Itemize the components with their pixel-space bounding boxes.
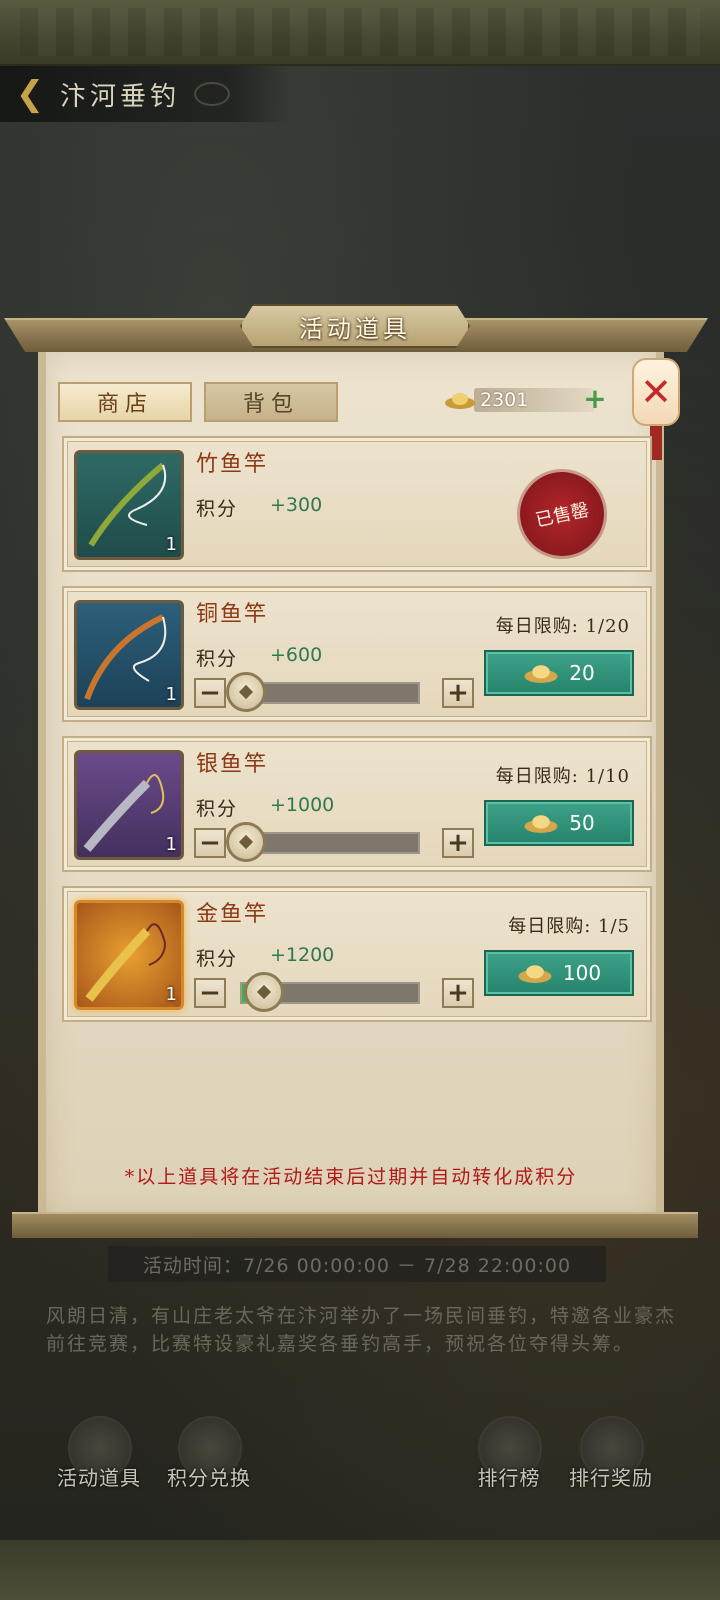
back-arrow-icon[interactable]: ❮	[0, 66, 60, 122]
daily-limit: 每日限购: 1/10	[495, 766, 630, 787]
item-card-bamboo: 1 竹鱼竿 积分 +300 已售罄	[62, 436, 652, 572]
gold-ingot-icon	[518, 965, 552, 983]
item-name: 铜鱼竿	[196, 602, 269, 627]
increase-quantity-button[interactable]: +	[442, 828, 474, 858]
points-label: 积分	[196, 498, 239, 520]
item-card-gold: 1 金鱼竿 积分 +1200 每日限购: 1/5 − + 100	[62, 886, 652, 1022]
buy-price: 20	[569, 661, 595, 685]
decrease-quantity-button[interactable]: −	[194, 678, 226, 708]
modal-title: 活动道具	[299, 314, 411, 343]
points-label: 积分	[196, 648, 239, 670]
modal-bottom-rail	[12, 1212, 698, 1238]
nav-activity-items-button[interactable]: 活动道具	[44, 1416, 154, 1496]
currency-display: 2301 +	[444, 385, 607, 414]
nav-label: 活动道具	[57, 1466, 141, 1490]
item-card-silver: 1 银鱼竿 积分 +1000 每日限购: 1/10 − + 50	[62, 736, 652, 872]
event-time: 活动时间：7/26 00:00:00 － 7/28 22:00:00	[108, 1246, 606, 1282]
points-value: +1000	[270, 794, 335, 816]
modal-title-plate: 活动道具	[240, 304, 470, 348]
sold-out-stamp: 已售罄	[512, 464, 612, 564]
points-value: +600	[270, 644, 323, 666]
header-bar: ❮ 汴河垂钓	[0, 66, 290, 122]
gold-ingot-icon	[445, 393, 475, 409]
points-value: +300	[270, 494, 323, 516]
silver-rod-icon: 1	[74, 750, 184, 860]
quantity-slider-knob[interactable]	[226, 672, 266, 712]
copper-rod-icon: 1	[74, 600, 184, 710]
close-lantern-icon[interactable]: ✕	[632, 358, 680, 426]
ornament-icon	[194, 82, 231, 106]
nav-leaderboard-button[interactable]: 排行榜	[454, 1416, 564, 1496]
item-name: 金鱼竿	[196, 902, 269, 927]
quantity-slider-track[interactable]	[240, 682, 420, 704]
expiry-notice: *以上道具将在活动结束后过期并自动转化成积分	[124, 1166, 578, 1188]
buy-button[interactable]: 100	[484, 950, 634, 996]
daily-limit: 每日限购: 1/5	[508, 916, 630, 937]
nav-ranking-rewards-button[interactable]: 排行奖励	[556, 1416, 666, 1496]
page-title: 汴河垂钓	[60, 81, 181, 112]
buy-button[interactable]: 20	[484, 650, 634, 696]
increase-quantity-button[interactable]: +	[442, 678, 474, 708]
nav-label: 排行榜	[477, 1466, 541, 1490]
gold-ingot-icon	[524, 665, 558, 683]
quantity-slider-knob[interactable]	[244, 972, 284, 1012]
item-name: 银鱼竿	[196, 752, 269, 777]
nav-label: 积分兑换	[167, 1466, 251, 1490]
gold-ingot-icon	[524, 815, 558, 833]
item-card-copper: 1 铜鱼竿 积分 +600 每日限购: 1/20 − + 20	[62, 586, 652, 722]
add-currency-icon[interactable]: +	[582, 385, 608, 413]
points-label: 积分	[196, 948, 239, 970]
currency-value: 2301	[480, 389, 529, 411]
top-decor-band	[0, 0, 720, 66]
buy-price: 100	[562, 961, 602, 985]
nav-label: 排行奖励	[569, 1466, 653, 1490]
buy-price: 50	[569, 811, 595, 835]
nav-points-exchange-button[interactable]: 积分兑换	[154, 1416, 264, 1496]
points-value: +1200	[270, 944, 335, 966]
tab-backpack[interactable]: 背包	[204, 382, 338, 422]
decrease-quantity-button[interactable]: −	[194, 828, 226, 858]
tab-shop[interactable]: 商店	[58, 382, 192, 422]
event-description: 风朗日清，有山庄老太爷在汴河举办了一场民间垂钓，特邀各业豪杰前往竞赛，比赛特设豪…	[46, 1305, 677, 1355]
bamboo-rod-icon: 1	[74, 450, 184, 560]
daily-limit: 每日限购: 1/20	[495, 616, 630, 637]
quantity-slider-track[interactable]	[240, 832, 420, 854]
quantity-slider-knob[interactable]	[226, 822, 266, 862]
decrease-quantity-button[interactable]: −	[194, 978, 226, 1008]
increase-quantity-button[interactable]: +	[442, 978, 474, 1008]
bottom-decor-band	[0, 1540, 720, 1600]
buy-button[interactable]: 50	[484, 800, 634, 846]
gold-rod-icon: 1	[74, 900, 184, 1010]
item-name: 竹鱼竿	[196, 452, 269, 477]
points-label: 积分	[196, 798, 239, 820]
